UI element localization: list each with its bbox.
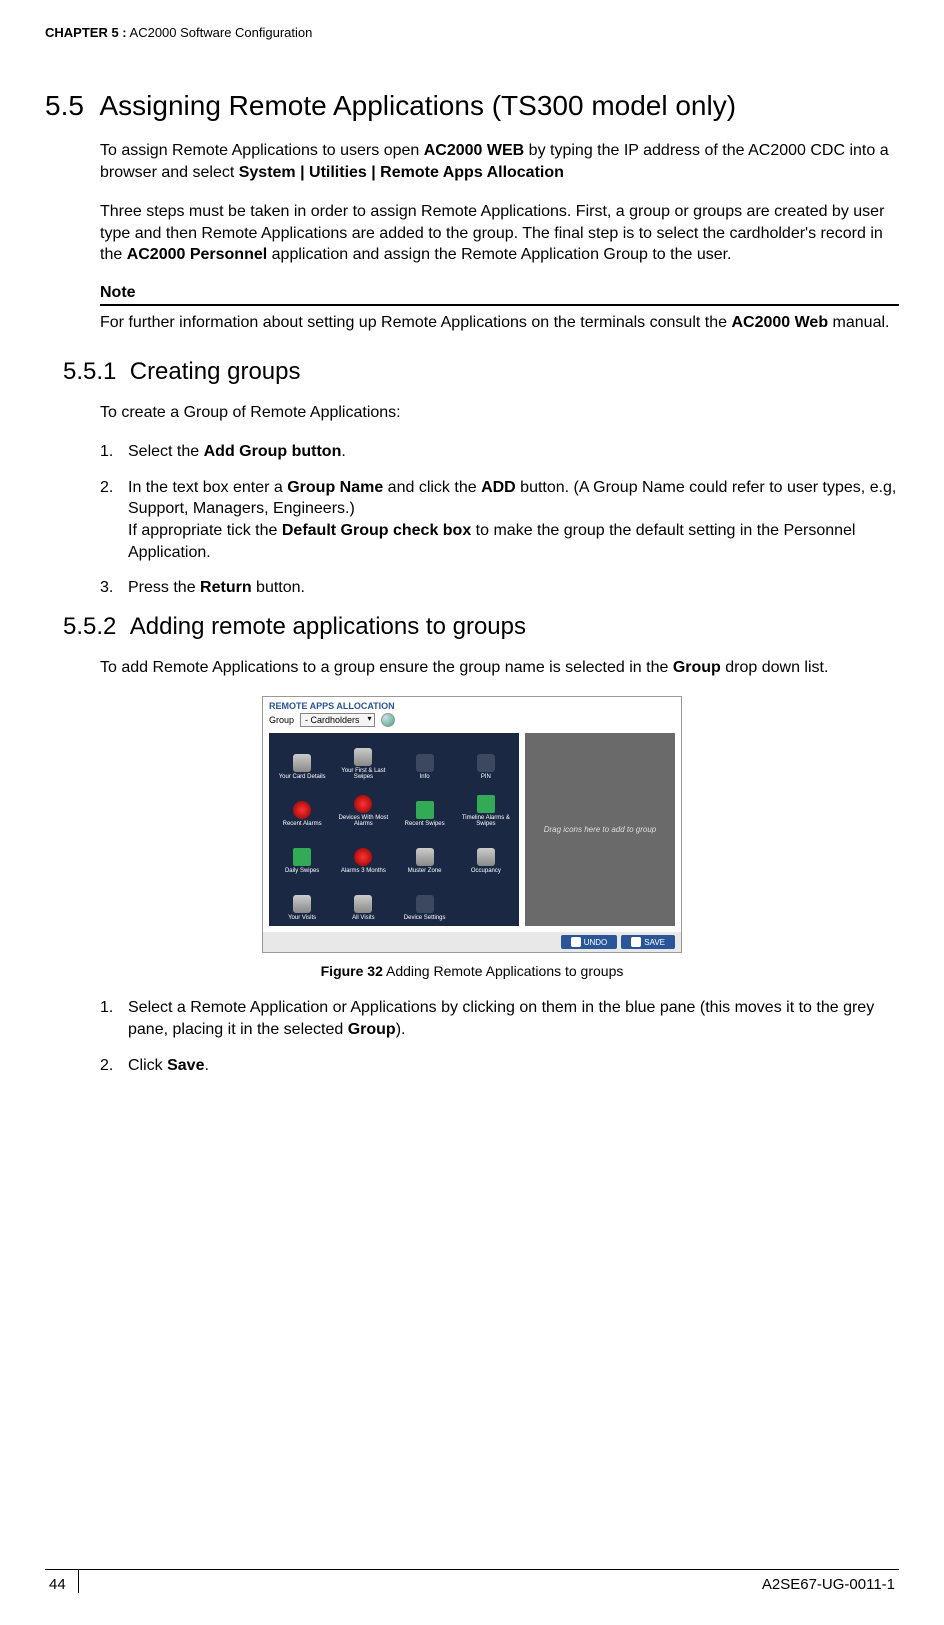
list-item: 1. Select the Add Group button. <box>100 441 899 463</box>
section-para-1: To assign Remote Applications to users o… <box>100 140 899 183</box>
page-number: 44 <box>45 1570 79 1593</box>
list-item: 2. Click Save. <box>100 1055 899 1077</box>
app-tile[interactable]: Occupancy <box>457 831 515 875</box>
page-header: CHAPTER 5 : AC2000 Software Configuratio… <box>45 25 899 40</box>
remote-apps-allocation-figure: REMOTE APPS ALLOCATION Group - Cardholde… <box>262 696 682 953</box>
note-text: For further information about setting up… <box>100 312 899 334</box>
app-tile[interactable]: Recent Alarms <box>273 784 331 828</box>
list-item: 1. Select a Remote Application or Applic… <box>100 997 899 1040</box>
undo-button[interactable]: UNDO <box>561 935 618 949</box>
group-label: Group <box>269 715 294 725</box>
figure-container: REMOTE APPS ALLOCATION Group - Cardholde… <box>45 696 899 953</box>
document-id: A2SE67-UG-0011-1 <box>762 1570 899 1593</box>
app-tile[interactable]: All Visits <box>334 878 392 922</box>
subsection-2-heading: 5.5.2 Adding remote applications to grou… <box>63 613 899 641</box>
app-tile[interactable]: Muster Zone <box>396 831 454 875</box>
group-action-icon[interactable] <box>381 713 395 727</box>
app-tile[interactable]: Your First & Last Swipes <box>334 737 392 781</box>
list-item: 3. Press the Return button. <box>100 577 899 599</box>
app-tile[interactable]: Daily Swipes <box>273 831 331 875</box>
app-tile[interactable]: PIN <box>457 737 515 781</box>
app-tile[interactable]: Your Visits <box>273 878 331 922</box>
app-tile[interactable]: Devices With Most Alarms <box>334 784 392 828</box>
figure-caption: Figure 32 Adding Remote Applications to … <box>45 963 899 979</box>
group-select[interactable]: - Cardholders <box>300 713 375 727</box>
subsection-1-heading: 5.5.1 Creating groups <box>63 358 899 386</box>
section-heading: 5.5 Assigning Remote Applications (TS300… <box>45 90 899 122</box>
drop-grey-pane[interactable]: Drag icons here to add to group <box>525 733 675 926</box>
chapter-label: CHAPTER 5 : <box>45 25 127 40</box>
app-tile[interactable]: Alarms 3 Months <box>334 831 392 875</box>
app-tile[interactable]: Device Settings <box>396 878 454 922</box>
app-tile[interactable]: Recent Swipes <box>396 784 454 828</box>
figure-title: REMOTE APPS ALLOCATION <box>263 697 681 713</box>
sub2-list: 1. Select a Remote Application or Applic… <box>100 997 899 1076</box>
apps-blue-pane: Your Card Details Your First & Last Swip… <box>269 733 519 926</box>
app-tile-empty <box>457 878 515 922</box>
note-label: Note <box>100 284 899 306</box>
sub1-list: 1. Select the Add Group button. 2. In th… <box>100 441 899 599</box>
app-tile[interactable]: Your Card Details <box>273 737 331 781</box>
sub2-intro: To add Remote Applications to a group en… <box>100 657 899 679</box>
app-tile[interactable]: Info <box>396 737 454 781</box>
chapter-title: AC2000 Software Configuration <box>130 25 313 40</box>
section-para-2: Three steps must be taken in order to as… <box>100 201 899 266</box>
app-tile[interactable]: Timeline Alarms & Swipes <box>457 784 515 828</box>
list-item: 2. In the text box enter a Group Name an… <box>100 477 899 563</box>
save-button[interactable]: SAVE <box>621 935 675 949</box>
sub1-intro: To create a Group of Remote Applications… <box>100 402 899 424</box>
page-footer: 44 A2SE67-UG-0011-1 <box>45 1569 899 1593</box>
